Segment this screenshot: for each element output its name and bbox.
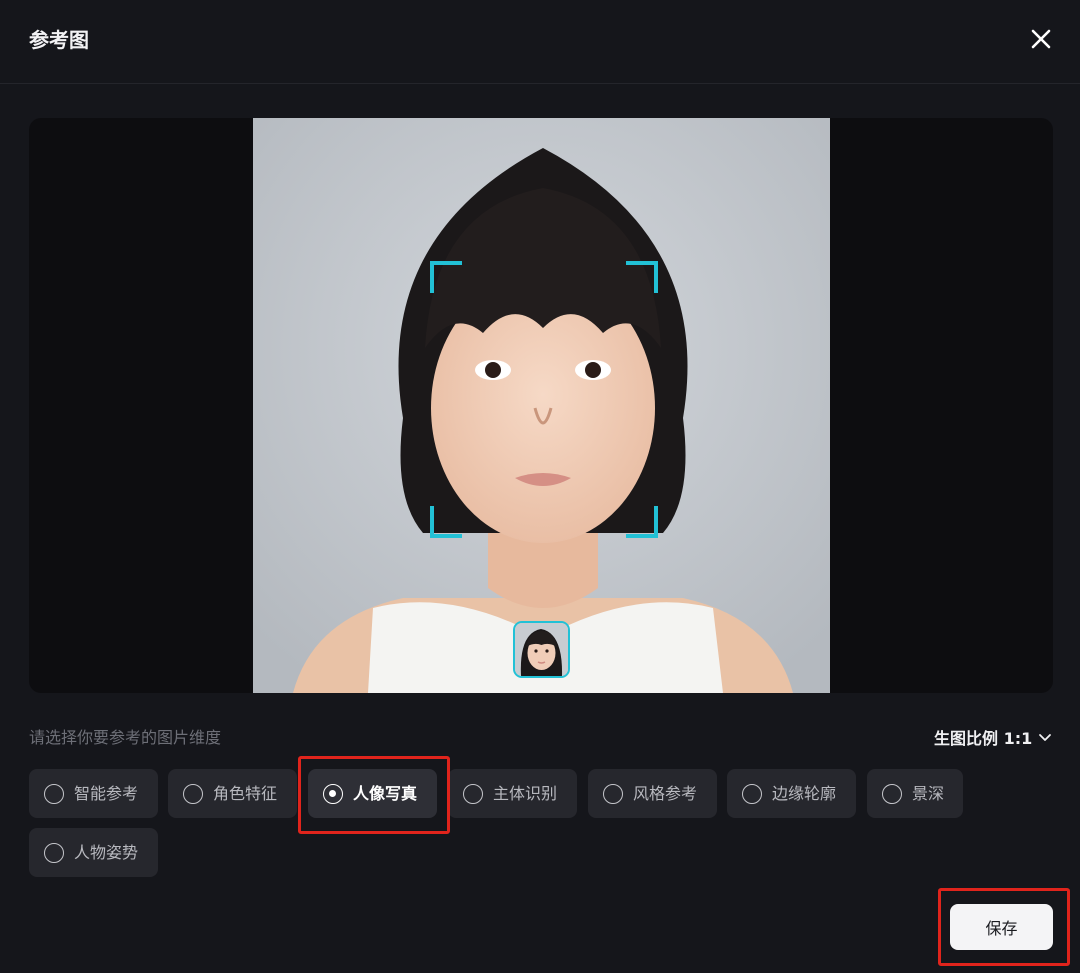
option-character-features[interactable]: 角色特征 <box>168 769 297 818</box>
option-subject-recognition[interactable]: 主体识别 <box>448 769 577 818</box>
dialog-header: 参考图 <box>0 0 1080 84</box>
option-style-reference[interactable]: 风格参考 <box>588 769 717 818</box>
radio-icon <box>603 783 623 804</box>
option-label: 边缘轮廓 <box>772 783 837 803</box>
option-portrait[interactable]: 人像写真 <box>308 769 437 818</box>
image-preview <box>29 118 1053 693</box>
radio-icon <box>183 783 203 804</box>
radio-selected-icon <box>323 783 343 804</box>
chevron-down-icon <box>1039 734 1052 741</box>
radio-icon <box>742 783 762 804</box>
radio-icon <box>463 783 483 804</box>
close-icon <box>1031 29 1051 49</box>
save-button[interactable]: 保存 <box>950 904 1053 950</box>
option-label: 主体识别 <box>493 783 558 803</box>
radio-icon <box>44 842 64 863</box>
option-smart-reference[interactable]: 智能参考 <box>29 769 158 818</box>
option-depth-of-field[interactable]: 景深 <box>867 769 963 818</box>
option-label: 人物姿势 <box>74 842 139 862</box>
option-label: 角色特征 <box>213 783 278 803</box>
face-thumbnail[interactable] <box>513 621 570 678</box>
face-detection-frame <box>430 261 658 538</box>
aspect-ratio-label: 生图比例 1:1 <box>934 729 1033 748</box>
radio-icon <box>882 783 902 804</box>
option-pose[interactable]: 人物姿势 <box>29 828 158 877</box>
option-label: 景深 <box>912 783 945 803</box>
close-button[interactable] <box>1024 22 1058 56</box>
option-label: 人像写真 <box>353 783 418 803</box>
radio-icon <box>44 783 64 804</box>
option-edge-contour[interactable]: 边缘轮廓 <box>727 769 856 818</box>
option-label: 智能参考 <box>74 783 139 803</box>
aspect-ratio-dropdown[interactable]: 生图比例 1:1 <box>934 724 1052 750</box>
option-label: 风格参考 <box>633 783 698 803</box>
dimension-prompt: 请选择你要参考的图片维度 <box>29 728 222 747</box>
reference-image-dialog: 参考图 请选择你要参考的图片维度 生图比例 1:1 智能参考 角色特征 人像写真… <box>0 0 1080 973</box>
dialog-title: 参考图 <box>29 28 89 52</box>
